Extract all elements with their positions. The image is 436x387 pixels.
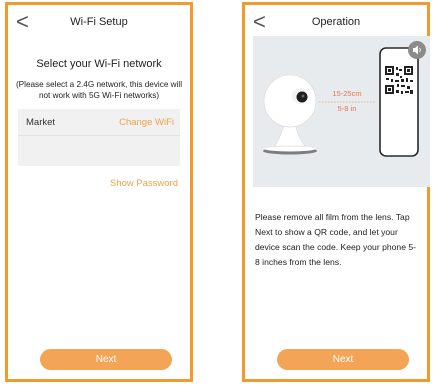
network-subheading: (Please select a 2.4G network, this devi…	[15, 80, 183, 100]
distance-in-label: 5-8 in	[338, 104, 357, 113]
network-row: Market Change WiFi	[18, 109, 180, 135]
camera-illustration	[263, 74, 317, 155]
network-name: Market	[26, 117, 56, 128]
operation-screen: < Operation 15-25cm 5-8 in Please remove…	[242, 2, 430, 382]
operation-nav-bar: < Operation	[245, 5, 427, 39]
next-button[interactable]: Next	[40, 349, 172, 370]
network-heading: Select your Wi-Fi network	[36, 58, 162, 70]
show-password-link[interactable]: Show Password	[8, 178, 178, 189]
speaker-icon[interactable]	[408, 41, 426, 59]
page-title: Operation	[311, 16, 361, 28]
distance-cm-label: 15-25cm	[332, 89, 361, 98]
next-button[interactable]: Next	[277, 349, 409, 370]
setup-illustration: 15-25cm 5-8 in	[253, 36, 430, 187]
change-wifi-link[interactable]: Change WiFi	[119, 117, 174, 128]
page-title: Wi-Fi Setup	[70, 16, 128, 28]
wifi-setup-nav-bar: < Wi-Fi Setup	[8, 5, 190, 39]
wifi-setup-screen: < Wi-Fi Setup Select your Wi-Fi network …	[5, 2, 193, 382]
password-field[interactable]	[18, 135, 180, 166]
qr-code-icon	[385, 66, 413, 94]
camera-phone-illustration: 15-25cm 5-8 in	[263, 47, 419, 157]
phone-qr-illustration	[379, 47, 419, 157]
instruction-text: Please remove all film from the lens. Ta…	[255, 212, 417, 267]
